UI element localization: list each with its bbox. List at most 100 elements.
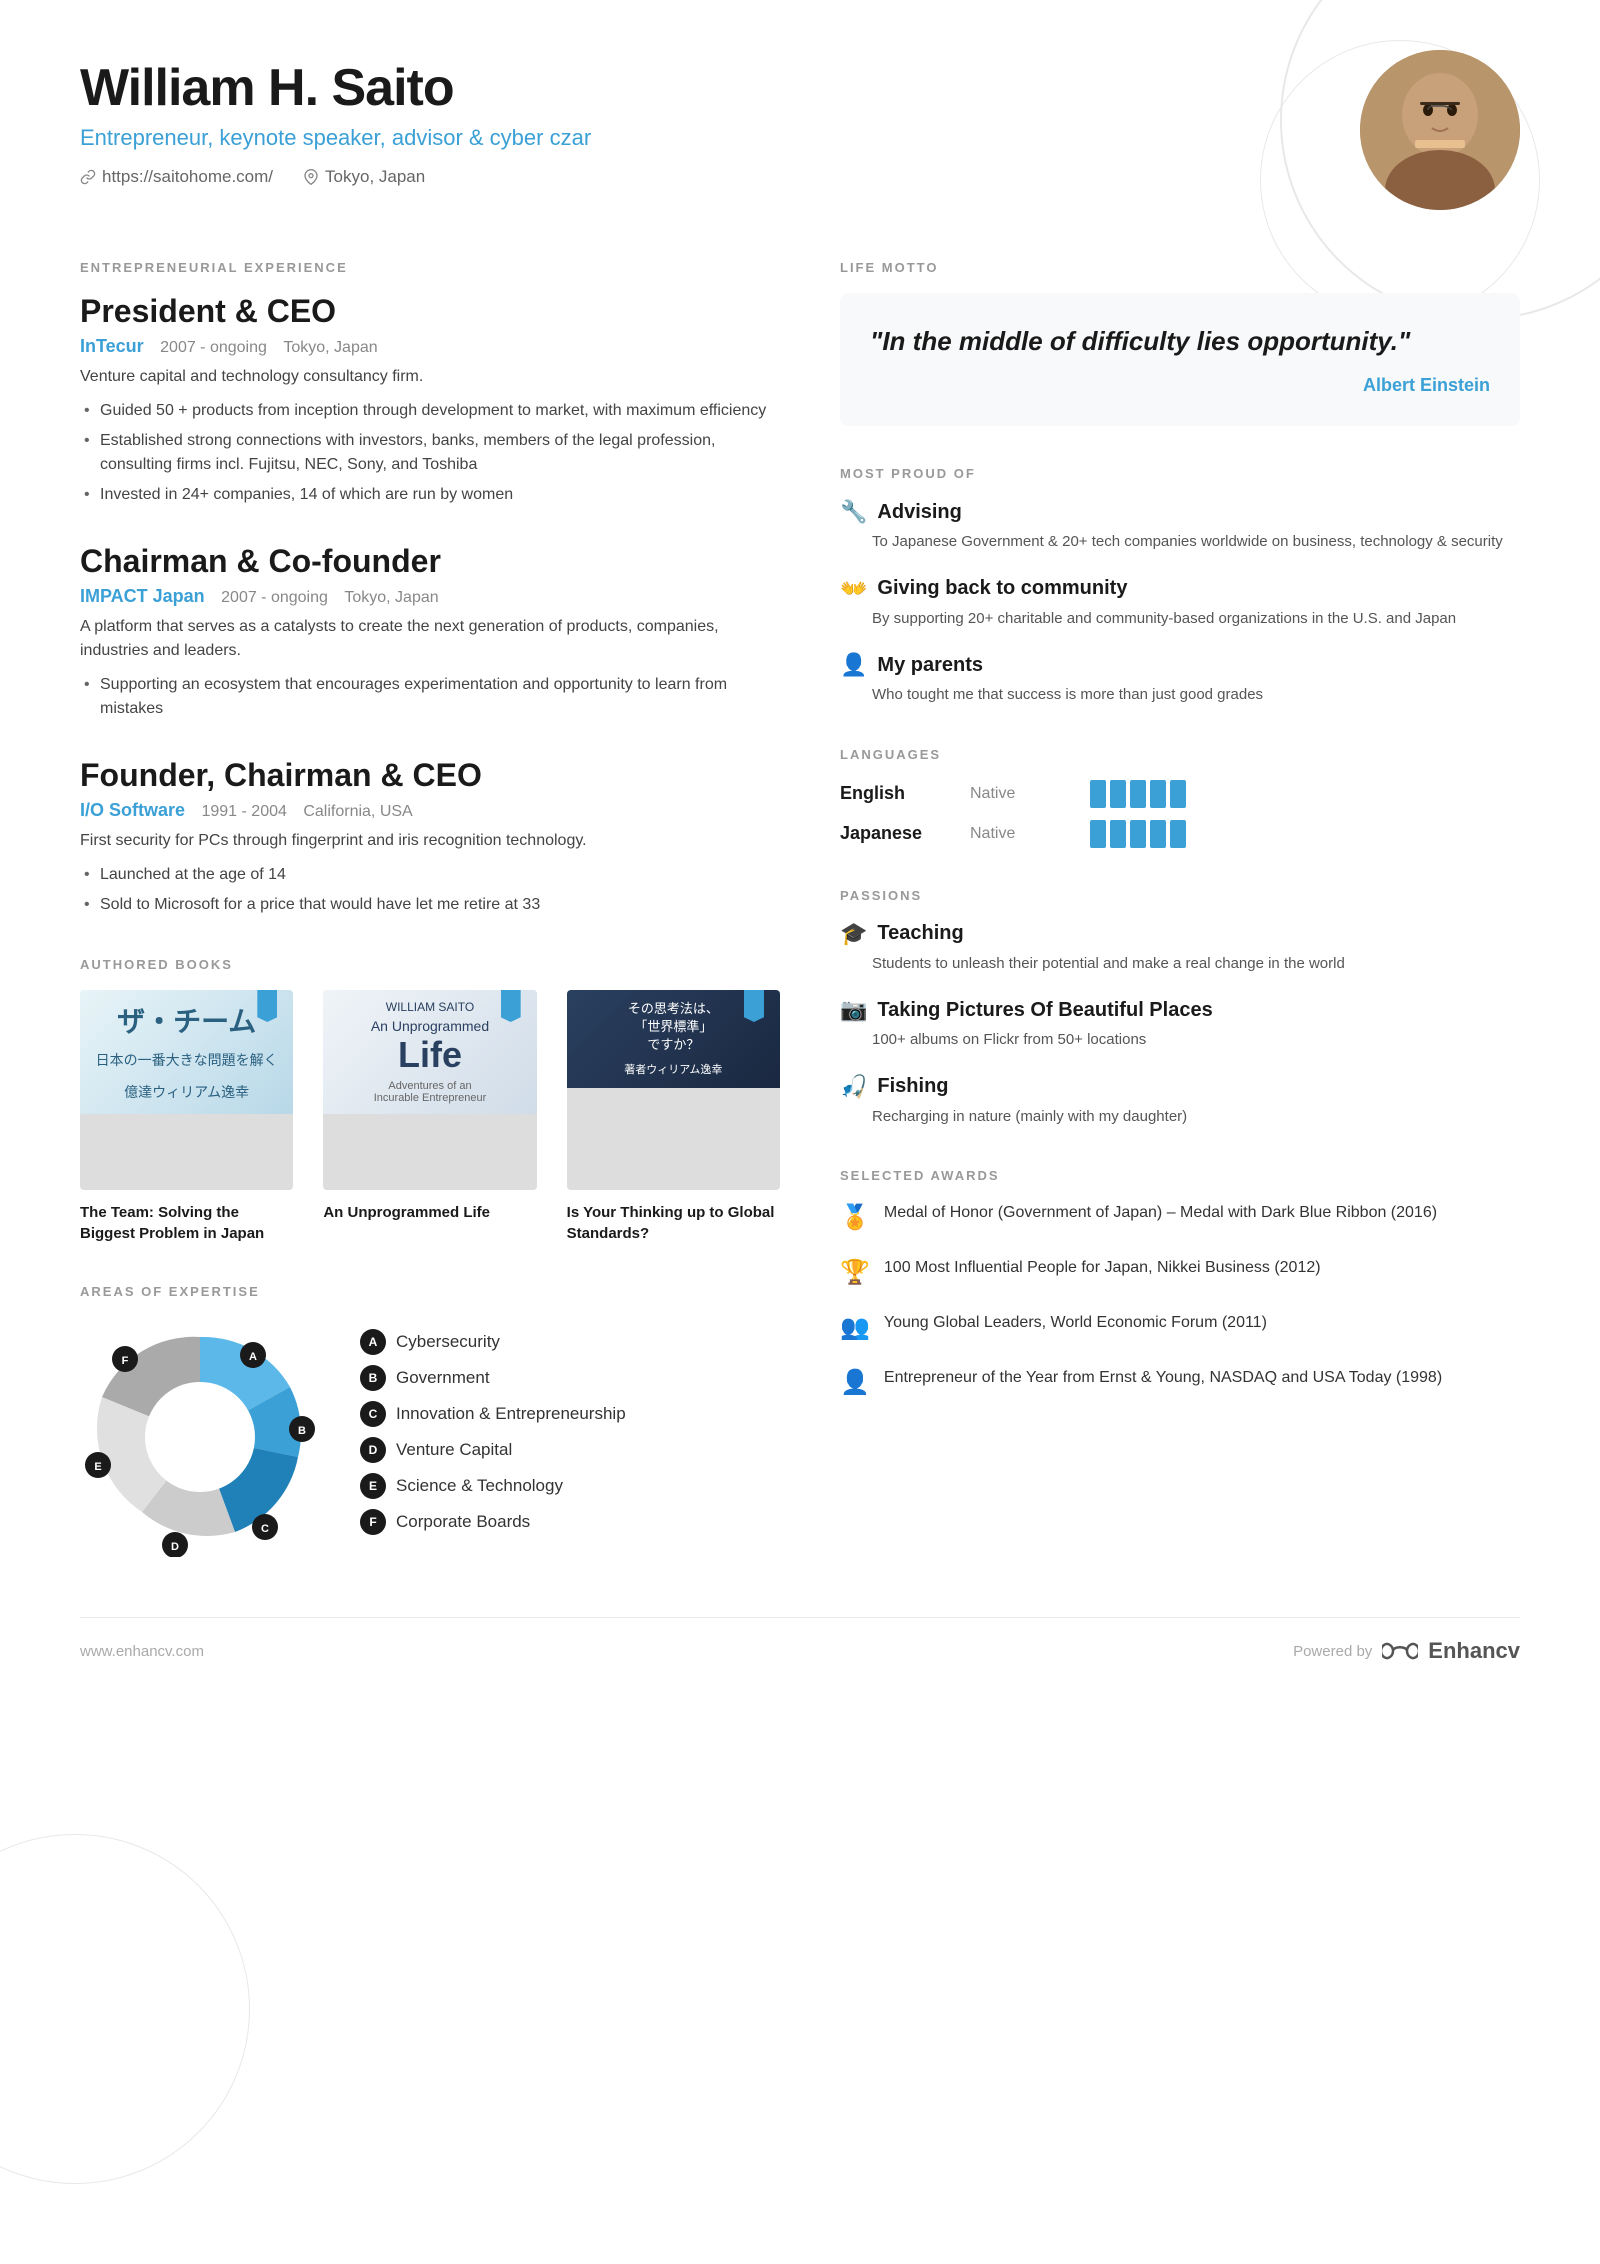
passion-title-fishing: 🎣 Fishing — [840, 1074, 1520, 1100]
lang-bar-e2 — [1110, 780, 1126, 808]
expertise-item-f: F Corporate Boards — [360, 1509, 626, 1535]
award-icon-3: 👥 — [840, 1313, 870, 1342]
right-column: LIFE MOTTO "In the middle of difficulty … — [840, 260, 1520, 1557]
lang-bar-e1 — [1090, 780, 1106, 808]
exp-company-row-2: IMPACT Japan 2007 - ongoing Tokyo, Japan — [80, 586, 780, 607]
proud-desc-3: Who tought me that success is more than … — [840, 684, 1520, 707]
exp-title-1: President & CEO — [80, 293, 780, 330]
award-text-4: Entrepreneur of the Year from Ernst & Yo… — [884, 1366, 1442, 1390]
exp-desc-1: Venture capital and technology consultan… — [80, 365, 780, 389]
enhancv-infinity-icon — [1382, 1640, 1418, 1662]
lang-bar-e5 — [1170, 780, 1186, 808]
left-column: ENTREPRENEURIAL EXPERIENCE President & C… — [80, 260, 780, 1557]
main-content: ENTREPRENEURIAL EXPERIENCE President & C… — [80, 260, 1520, 1557]
footer: www.enhancv.com Powered by Enhancv — [80, 1617, 1520, 1664]
lang-name-english: English — [840, 783, 970, 804]
pie-label-b-text: B — [298, 1425, 306, 1437]
award-2: 🏆 100 Most Influential People for Japan,… — [840, 1256, 1520, 1287]
passion-teaching: 🎓 Teaching Students to unleash their pot… — [840, 921, 1520, 976]
exp-bullet-1-1: Guided 50 + products from inception thro… — [80, 399, 780, 423]
book-cover-2: WILLIAM SAITO An Unprogrammed Life Adven… — [323, 990, 536, 1190]
exp-company-2: IMPACT Japan — [80, 586, 205, 606]
passion-desc-fishing: Recharging in nature (mainly with my dau… — [840, 1106, 1520, 1129]
pie-label-c-text: C — [261, 1523, 269, 1535]
expertise-label-a: Cybersecurity — [396, 1332, 500, 1352]
passion-title-teaching: 🎓 Teaching — [840, 921, 1520, 947]
book-1: ザ・チーム日本の一番大きな問題を解く億達ウィリアム逸幸 The Team: So… — [80, 990, 293, 1244]
motto-quote: "In the middle of difficulty lies opport… — [870, 323, 1490, 359]
proud-icon-1: 🔧 — [840, 499, 867, 525]
expertise-badge-c: C — [360, 1401, 386, 1427]
header: William H. Saito Entrepreneur, keynote s… — [80, 60, 1520, 210]
expertise-pie-chart: A B C D E — [80, 1317, 320, 1557]
pie-donut-hole — [145, 1382, 255, 1492]
expertise-item-b: B Government — [360, 1365, 626, 1391]
exp-bullet-2-1: Supporting an ecosystem that encourages … — [80, 673, 780, 721]
expertise-label-b: Government — [396, 1368, 490, 1388]
full-name: William H. Saito — [80, 60, 591, 117]
proud-title-1: 🔧 Advising — [840, 499, 1520, 525]
exp-title-3: Founder, Chairman & CEO — [80, 757, 780, 794]
pie-label-a-text: A — [249, 1351, 257, 1363]
proud-item-1: 🔧 Advising To Japanese Government & 20+ … — [840, 499, 1520, 554]
enhancv-brand-name: Enhancv — [1428, 1638, 1520, 1664]
exp-entry-3: Founder, Chairman & CEO I/O Software 199… — [80, 757, 780, 917]
bg-decoration-3 — [0, 1834, 250, 2184]
expertise-label-e: Science & Technology — [396, 1476, 563, 1496]
pie-label-d-text: D — [171, 1541, 179, 1553]
website-link[interactable]: https://saitohome.com/ — [80, 167, 273, 187]
award-1: 🏅 Medal of Honor (Government of Japan) –… — [840, 1201, 1520, 1232]
passion-title-photography: 📷 Taking Pictures Of Beautiful Places — [840, 997, 1520, 1023]
lang-bars-japanese — [1090, 820, 1186, 848]
award-4: 👤 Entrepreneur of the Year from Ernst & … — [840, 1366, 1520, 1397]
avatar-svg — [1360, 50, 1520, 210]
book-3: その思考法は、「世界標準」ですか？著者ウィリアム逸幸 Is Your Think… — [567, 990, 780, 1244]
expertise-area: A B C D E — [80, 1317, 780, 1557]
expertise-badge-a: A — [360, 1329, 386, 1355]
exp-bullet-1-3: Invested in 24+ companies, 14 of which a… — [80, 483, 780, 507]
book-cover-3: その思考法は、「世界標準」ですか？著者ウィリアム逸幸 — [567, 990, 780, 1190]
lang-bar-j2 — [1110, 820, 1126, 848]
powered-by-text: Powered by — [1293, 1643, 1372, 1660]
expertise-badge-b: B — [360, 1365, 386, 1391]
passions-label: PASSIONS — [840, 888, 1520, 903]
motto-author: Albert Einstein — [870, 375, 1490, 396]
lang-bar-j4 — [1150, 820, 1166, 848]
expertise-badge-f: F — [360, 1509, 386, 1535]
exp-bullets-1: Guided 50 + products from inception thro… — [80, 399, 780, 507]
lang-bar-e4 — [1150, 780, 1166, 808]
header-info: William H. Saito Entrepreneur, keynote s… — [80, 60, 591, 187]
fishing-icon: 🎣 — [840, 1074, 867, 1100]
exp-location-2: Tokyo, Japan — [344, 589, 438, 606]
lang-bar-j3 — [1130, 820, 1146, 848]
book-cover-1: ザ・チーム日本の一番大きな問題を解く億達ウィリアム逸幸 — [80, 990, 293, 1190]
proud-desc-2: By supporting 20+ charitable and communi… — [840, 608, 1520, 631]
proud-label: MOST PROUD OF — [840, 466, 1520, 481]
passion-photography: 📷 Taking Pictures Of Beautiful Places 10… — [840, 997, 1520, 1052]
expertise-item-c: C Innovation & Entrepreneurship — [360, 1401, 626, 1427]
award-icon-1: 🏅 — [840, 1203, 870, 1232]
book-bookmark-2 — [501, 990, 521, 1022]
location: Tokyo, Japan — [303, 167, 425, 187]
exp-period-1: 2007 - ongoing — [160, 339, 267, 356]
exp-location-3: California, USA — [303, 803, 412, 820]
pie-label-e-text: E — [94, 1461, 101, 1473]
book-title-3: Is Your Thinking up to Global Standards? — [567, 1202, 780, 1244]
awards-label: SELECTED AWARDS — [840, 1168, 1520, 1183]
lang-name-japanese: Japanese — [840, 823, 970, 844]
lang-level-english: Native — [970, 785, 1090, 803]
exp-period-2: 2007 - ongoing — [221, 589, 328, 606]
proud-title-3: 👤 My parents — [840, 652, 1520, 678]
passion-desc-photography: 100+ albums on Flickr from 50+ locations — [840, 1029, 1520, 1052]
expertise-label-d: Venture Capital — [396, 1440, 512, 1460]
avatar — [1360, 50, 1520, 210]
award-3: 👥 Young Global Leaders, World Economic F… — [840, 1311, 1520, 1342]
location-icon — [303, 169, 319, 185]
book-title-1: The Team: Solving the Biggest Problem in… — [80, 1202, 293, 1244]
book-bookmark-3 — [744, 990, 764, 1022]
book-title-2: An Unprogrammed Life — [323, 1202, 536, 1223]
books-row: ザ・チーム日本の一番大きな問題を解く億達ウィリアム逸幸 The Team: So… — [80, 990, 780, 1244]
award-text-1: Medal of Honor (Government of Japan) – M… — [884, 1201, 1437, 1225]
expertise-badge-e: E — [360, 1473, 386, 1499]
proud-title-2: 👐 Giving back to community — [840, 576, 1520, 602]
